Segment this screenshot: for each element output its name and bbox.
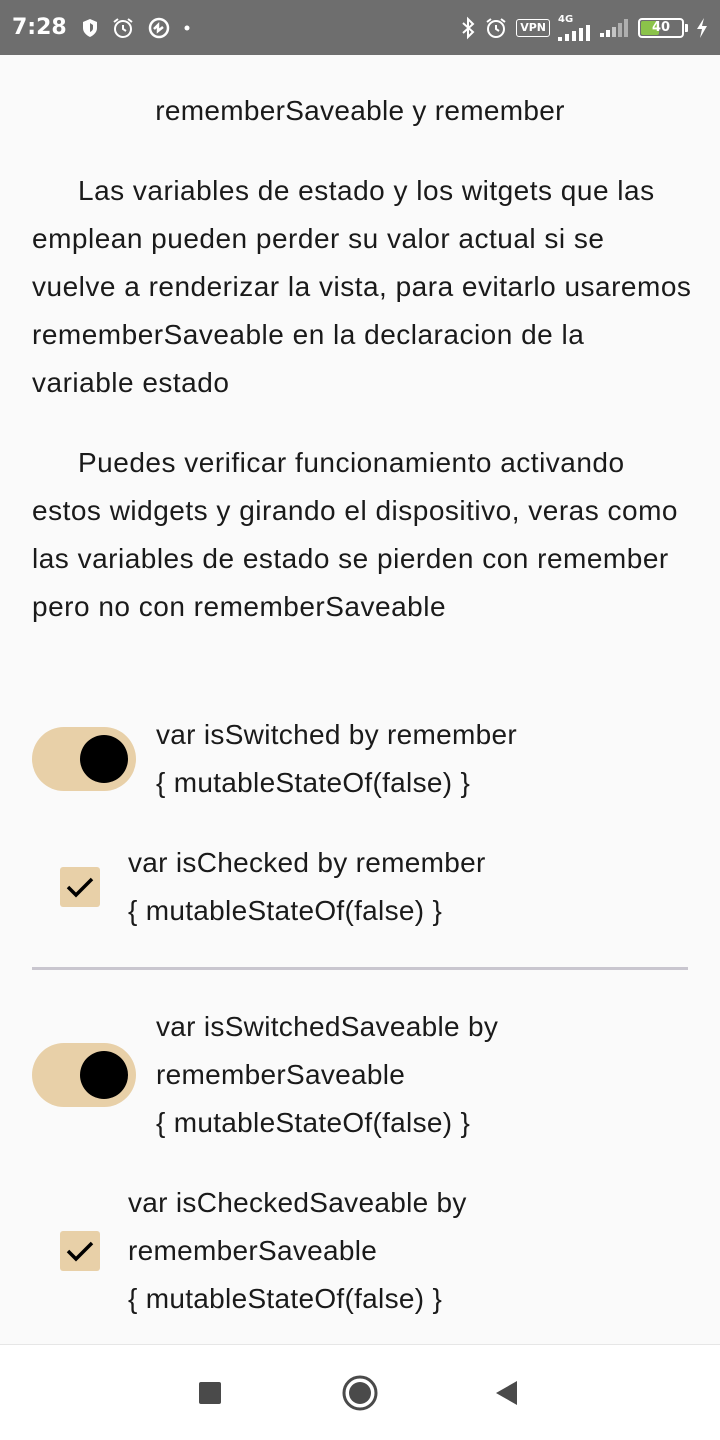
charging-icon [696, 17, 708, 38]
sync-icon [147, 16, 171, 40]
label-line: { mutableStateOf(false) } [128, 1283, 443, 1314]
remember-switch[interactable] [32, 727, 136, 791]
description-paragraph-2: Puedes verificar funcionamiento activand… [32, 447, 678, 622]
saveable-checkbox[interactable] [60, 1231, 100, 1271]
back-triangle-icon[interactable] [486, 1375, 526, 1411]
check-icon [66, 1241, 94, 1262]
section-divider [32, 967, 688, 970]
description-paragraph-1: Las variables de estado y los witgets qu… [32, 175, 692, 398]
saveable-switch-label: var isSwitchedSaveable by rememberSaveab… [156, 1003, 498, 1147]
signal-icon: 4G [558, 13, 592, 41]
label-line: var isChecked by remember [128, 847, 486, 878]
battery-body: 40 [638, 17, 684, 38]
label-line: { mutableStateOf(false) } [128, 895, 443, 926]
status-right: VPN 4G 40 [460, 13, 708, 41]
bluetooth-icon [460, 16, 476, 40]
label-line: var isCheckedSaveable by [128, 1187, 467, 1218]
remember-checkbox-label: var isChecked by remember { mutableState… [128, 839, 486, 935]
battery-tip [685, 23, 688, 32]
status-bar: 7:28 VPN 4G 40 [0, 0, 720, 55]
switch-thumb [80, 1051, 128, 1099]
alarm-clock-icon [484, 16, 508, 40]
remember-checkbox[interactable] [60, 867, 100, 907]
battery-level: 40 [651, 20, 671, 35]
app-screen: 7:28 VPN 4G 40 rememberSaveable y rememb… [0, 0, 720, 1440]
label-line: rememberSaveable [128, 1235, 378, 1266]
page-title: rememberSaveable y remember [155, 95, 565, 126]
recents-square-icon[interactable] [190, 1375, 230, 1411]
signal-weak-icon [600, 18, 630, 37]
network-type-label: 4G [558, 13, 574, 25]
shield-icon [81, 18, 99, 38]
battery-icon: 40 [638, 17, 688, 38]
remember-switch-label: var isSwitched by remember { mutableStat… [156, 711, 517, 807]
check-icon [66, 877, 94, 898]
status-left: 7:28 [12, 15, 203, 40]
label-line: { mutableStateOf(false) } [156, 767, 471, 798]
saveable-checkbox-label: var isCheckedSaveable by rememberSaveabl… [128, 1179, 467, 1323]
dot-icon [183, 24, 191, 32]
label-line: var isSwitched by remember [156, 719, 518, 750]
label-line: var isSwitchedSaveable by [156, 1011, 499, 1042]
vpn-icon: VPN [516, 18, 550, 37]
switch-thumb [80, 735, 128, 783]
status-time: 7:28 [12, 15, 67, 40]
label-line: rememberSaveable [156, 1059, 406, 1090]
content-area[interactable]: rememberSaveable y remember Las variable… [0, 55, 720, 1344]
home-circle-icon[interactable] [340, 1375, 380, 1411]
navigation-bar [0, 1344, 720, 1440]
label-line: { mutableStateOf(false) } [156, 1107, 471, 1138]
saveable-switch[interactable] [32, 1043, 136, 1107]
alarm-icon [111, 16, 135, 40]
